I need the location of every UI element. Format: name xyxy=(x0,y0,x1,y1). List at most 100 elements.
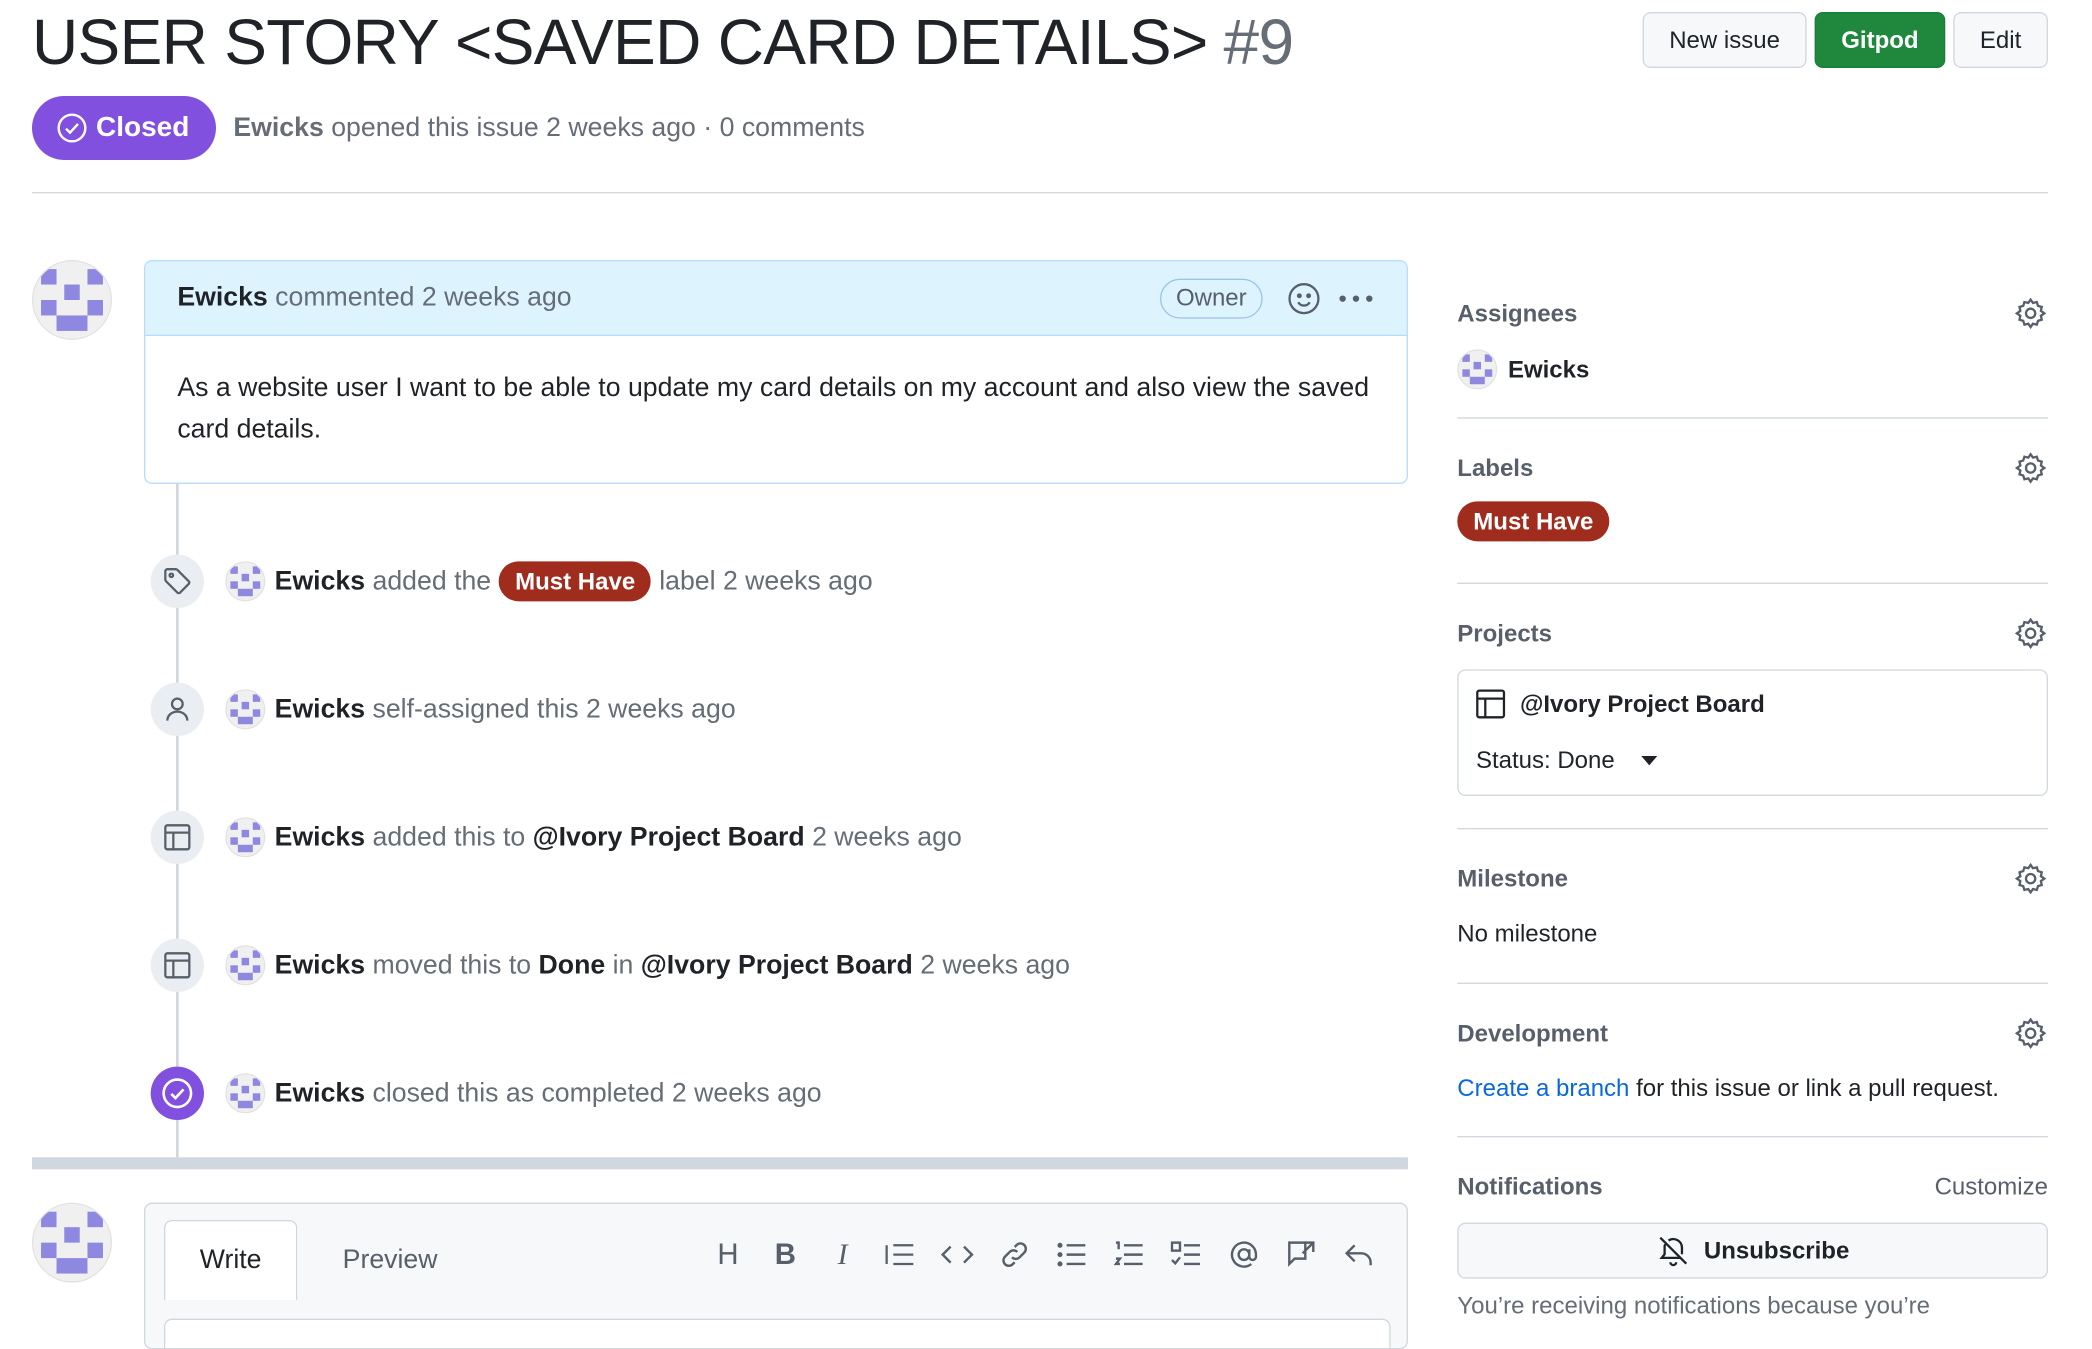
timeline-label-event: Ewicks added the Must Have label 2 weeks… xyxy=(275,555,873,608)
development-title: Development xyxy=(1457,1019,1609,1046)
gear-icon[interactable] xyxy=(2013,1016,2048,1051)
gear-icon[interactable] xyxy=(2013,451,2048,486)
code-icon[interactable] xyxy=(939,1236,976,1273)
gear-icon[interactable] xyxy=(2013,616,2048,651)
sidebar-labels: Labels Must Have xyxy=(1457,451,2048,542)
sidebar-divider xyxy=(1457,582,2048,584)
issue-title-row: USER STORY <SAVED CARD DETAILS> #9 xyxy=(31,0,1295,85)
markdown-toolbar: H B I xyxy=(709,1236,1377,1273)
unordered-list-icon[interactable] xyxy=(1053,1236,1090,1273)
project-status: Status: Done xyxy=(1475,746,1615,774)
comment-body: As a website user I want to be able to u… xyxy=(177,373,1370,444)
avatar[interactable] xyxy=(225,945,266,986)
notification-reason: You’re receiving notifications because y… xyxy=(1457,1291,1931,1319)
kebab-icon[interactable] xyxy=(1337,293,1374,304)
customize-link[interactable]: Customize xyxy=(1935,1173,2048,1201)
timeline-assign-event: Ewicks self-assigned this 2 weeks ago xyxy=(274,693,736,725)
tab-preview[interactable]: Preview xyxy=(311,1220,470,1300)
smiley-icon[interactable] xyxy=(1287,281,1322,316)
labels-title: Labels xyxy=(1457,453,1534,481)
gitpod-button[interactable]: Gitpod xyxy=(1814,11,1946,68)
milestone-value: No milestone xyxy=(1457,919,1598,947)
header-actions: New issue Gitpod Edit xyxy=(1642,11,2048,68)
avatar[interactable] xyxy=(31,259,112,340)
avatar[interactable] xyxy=(225,817,266,858)
project-name[interactable]: @Ivory Project Board xyxy=(1475,688,1765,720)
project-card: @Ivory Project Board Status: Done xyxy=(1457,669,2048,796)
reply-icon[interactable] xyxy=(1340,1236,1377,1273)
label-must-have[interactable]: Must Have xyxy=(499,561,652,602)
event-actor[interactable]: Ewicks xyxy=(275,822,365,853)
italic-icon[interactable]: I xyxy=(824,1236,861,1273)
state-badge: Closed xyxy=(31,95,217,160)
label-must-have[interactable]: Must Have xyxy=(1457,501,1610,542)
unsubscribe-button[interactable]: Unsubscribe xyxy=(1457,1222,2048,1279)
ordered-list-icon[interactable] xyxy=(1111,1236,1148,1273)
triangle-down-icon xyxy=(1641,755,1658,766)
edit-button[interactable]: Edit xyxy=(1953,11,2048,68)
timeline-move-event: Ewicks moved this to Done in @Ivory Proj… xyxy=(274,949,1070,981)
event-actor[interactable]: Ewicks xyxy=(275,950,365,981)
issue-number: #9 xyxy=(1223,7,1295,78)
comment-author[interactable]: Ewicks xyxy=(177,283,267,312)
header-divider xyxy=(31,191,2048,194)
projects-title: Projects xyxy=(1457,619,1553,646)
issue-author-link[interactable]: Ewicks xyxy=(233,113,323,142)
assignee-name: Ewicks xyxy=(1507,355,1590,382)
project-link[interactable]: @Ivory Project Board xyxy=(533,822,805,853)
timeline-end-bar xyxy=(31,1157,1408,1170)
comment-header: Ewicks commented 2 weeks ago Owner xyxy=(145,261,1407,336)
sidebar-development: Development Create a branch for this iss… xyxy=(1457,1016,2048,1103)
sidebar-divider xyxy=(1457,982,2048,984)
heading-icon[interactable]: H xyxy=(709,1236,746,1273)
avatar[interactable] xyxy=(31,1202,112,1283)
new-issue-button[interactable]: New issue xyxy=(1642,11,1807,68)
issue-title: USER STORY <SAVED CARD DETAILS> #9 xyxy=(31,7,1295,78)
comment-box: Ewicks commented 2 weeks ago Owner As a … xyxy=(143,259,1408,484)
timeline-close-event: Ewicks closed this as completed 2 weeks … xyxy=(274,1077,822,1109)
event-actor[interactable]: Ewicks xyxy=(275,1078,365,1109)
owner-badge: Owner xyxy=(1159,277,1263,318)
table-icon xyxy=(150,938,204,992)
comment-meta: Ewicks commented 2 weeks ago xyxy=(177,282,572,312)
issue-meta-text: Ewicks opened this issue 2 weeks ago · 0… xyxy=(233,113,864,144)
avatar xyxy=(1457,349,1498,390)
state-label: Closed xyxy=(95,111,190,143)
table-icon xyxy=(150,810,204,864)
project-link[interactable]: @Ivory Project Board xyxy=(641,950,913,981)
check-circle-icon xyxy=(150,1066,204,1120)
avatar[interactable] xyxy=(225,1073,266,1114)
status-done: Done xyxy=(538,949,606,980)
cross-reference-icon[interactable] xyxy=(1283,1236,1320,1273)
avatar[interactable] xyxy=(225,689,266,730)
quote-icon[interactable] xyxy=(881,1236,918,1273)
create-branch-link[interactable]: Create a branch xyxy=(1457,1075,1629,1102)
sidebar-assignees: Assignees Ewicks xyxy=(1457,296,2048,390)
sidebar-notifications: Notifications Customize xyxy=(1457,1173,2048,1201)
mention-icon[interactable] xyxy=(1225,1236,1262,1273)
avatar[interactable] xyxy=(225,561,266,602)
sidebar-projects: Projects xyxy=(1457,616,2048,651)
tag-icon xyxy=(150,554,204,608)
development-text: Create a branch for this issue or link a… xyxy=(1457,1074,1999,1102)
event-actor[interactable]: Ewicks xyxy=(275,566,365,597)
assignee-item[interactable]: Ewicks xyxy=(1457,349,2048,390)
project-status-dropdown[interactable]: Status: Done xyxy=(1475,746,1658,775)
gear-icon[interactable] xyxy=(2013,861,2048,896)
task-list-icon[interactable] xyxy=(1168,1236,1205,1273)
issue-meta-detail: opened this issue 2 weeks ago · 0 commen… xyxy=(331,112,865,142)
bold-icon[interactable]: B xyxy=(767,1236,804,1273)
sidebar-divider xyxy=(1457,827,2048,830)
table-icon xyxy=(1475,688,1507,720)
check-circle-icon xyxy=(56,112,88,144)
event-actor[interactable]: Ewicks xyxy=(275,694,365,725)
issue-meta: Closed Ewicks opened this issue 2 weeks … xyxy=(31,95,865,160)
tab-write[interactable]: Write xyxy=(163,1219,298,1300)
timeline-project-event: Ewicks added this to @Ivory Project Boar… xyxy=(274,821,962,853)
gear-icon[interactable] xyxy=(2013,296,2048,331)
person-icon xyxy=(150,682,204,736)
sidebar-milestone: Milestone No milestone xyxy=(1457,861,2048,948)
link-icon[interactable] xyxy=(996,1236,1033,1273)
editor-tabs: Write Preview xyxy=(163,1219,470,1300)
sidebar-divider xyxy=(1457,417,2048,419)
